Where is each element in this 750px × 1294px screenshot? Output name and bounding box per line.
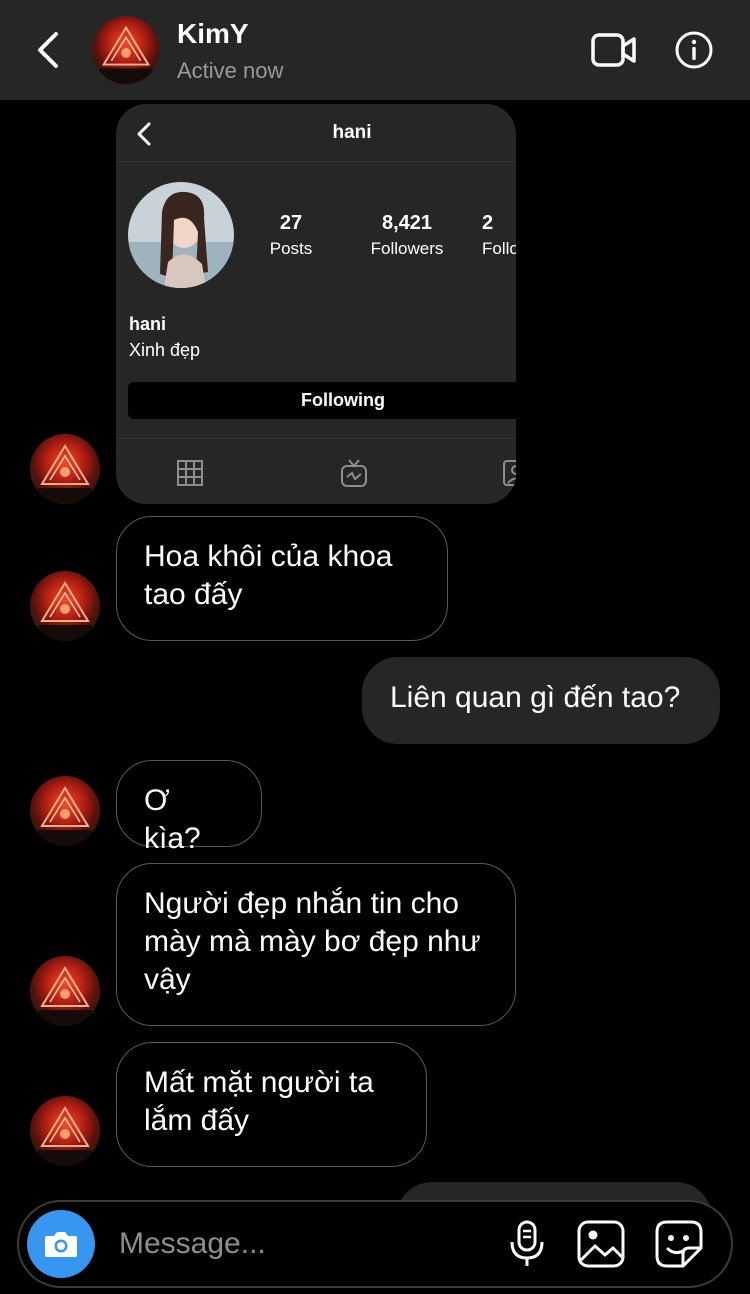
gallery-button[interactable]	[575, 1218, 627, 1270]
sticker-icon	[655, 1220, 703, 1268]
sender-avatar[interactable]	[30, 956, 100, 1026]
followers-count: 8,421	[381, 212, 433, 234]
profile-avatar	[128, 182, 234, 288]
message-bubble[interactable]: Ơ kìa?	[116, 760, 262, 855]
profile-name: hani	[129, 314, 167, 334]
info-icon	[675, 31, 713, 69]
sender-avatar[interactable]	[30, 776, 100, 846]
igtv-icon	[341, 459, 367, 487]
camera-icon	[45, 1232, 77, 1257]
camera-button[interactable]	[27, 1210, 95, 1278]
contact-name[interactable]: KimY	[177, 18, 249, 50]
video-call-button[interactable]	[590, 30, 638, 70]
sticker-button[interactable]	[653, 1218, 705, 1270]
info-button[interactable]	[674, 30, 714, 70]
contact-avatar[interactable]	[92, 16, 160, 84]
message-composer	[17, 1200, 733, 1288]
following-button: Following	[128, 382, 516, 419]
posts-stat: 27 Posts	[236, 212, 346, 259]
following-label: Follo	[482, 239, 516, 258]
back-button[interactable]	[30, 28, 66, 72]
active-status: Active now	[177, 58, 284, 83]
sender-avatar[interactable]	[30, 434, 100, 504]
chat-header: KimY Active now	[0, 0, 750, 100]
shared-profile-card[interactable]: hani 27 Posts 8,421 Followers 2 Follo ha…	[116, 104, 516, 504]
profile-username: hani	[332, 122, 372, 143]
followers-stat: 8,421 Followers	[352, 212, 462, 259]
sender-avatar[interactable]	[30, 1096, 100, 1166]
message-bubble[interactable]: Mất mặt người ta lắm đấy	[116, 1042, 427, 1167]
voice-message-button[interactable]	[501, 1218, 553, 1270]
microphone-icon	[510, 1220, 544, 1266]
message-input[interactable]	[119, 1222, 479, 1266]
posts-label: Posts	[269, 239, 313, 258]
following-stat: 2 Follo	[468, 212, 516, 259]
sender-avatar[interactable]	[30, 571, 100, 641]
profile-bio: Xinh đẹp	[129, 340, 201, 360]
followers-label: Followers	[370, 239, 444, 258]
profile-tabs-divider	[116, 438, 516, 439]
image-icon	[577, 1220, 625, 1268]
message-bubble[interactable]: Hoa khôi của khoa tao đấy	[116, 516, 448, 641]
video-camera-icon	[591, 33, 636, 67]
grid-icon	[177, 460, 203, 486]
posts-count: 27	[279, 212, 303, 234]
chevron-left-icon	[38, 32, 58, 68]
my-message-bubble[interactable]: Liên quan gì đến tao?	[362, 657, 720, 744]
message-bubble[interactable]: Người đẹp nhắn tin cho mày mà mày bơ đẹp…	[116, 863, 516, 1026]
following-count: 2	[482, 212, 494, 234]
tagged-icon	[503, 460, 516, 486]
